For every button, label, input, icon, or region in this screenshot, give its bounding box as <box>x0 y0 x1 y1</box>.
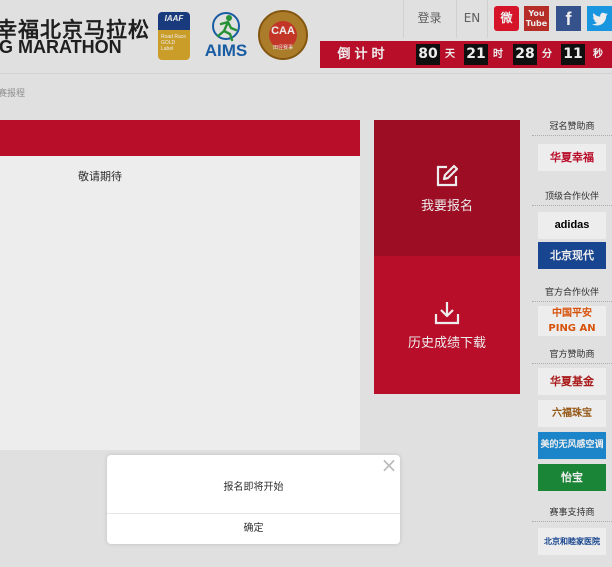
close-icon[interactable]: × <box>380 455 398 475</box>
confirm-button[interactable]: 确定 <box>107 515 400 544</box>
dialog-message: 报名即将开始 <box>223 482 284 493</box>
notice-dialog: × 报名即将开始 确定 <box>107 455 400 544</box>
dialog-divider <box>107 513 400 514</box>
